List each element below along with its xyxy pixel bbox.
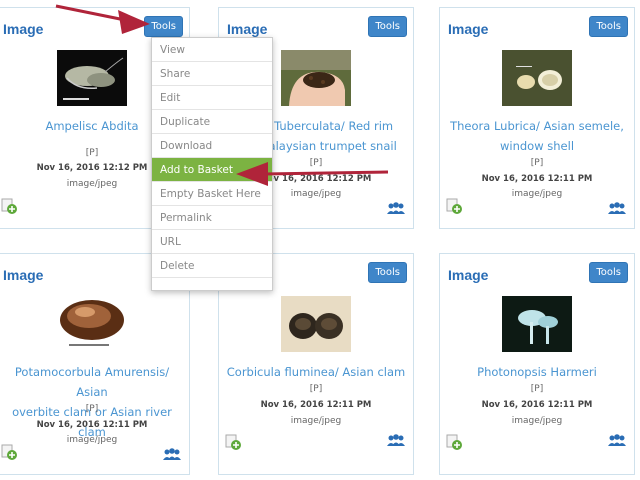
menu-item-edit[interactable]: Edit [152, 86, 272, 110]
photonopsis-picture [502, 296, 572, 352]
card-type-label: Image [448, 267, 489, 283]
mime-type-label: image/jpeg [66, 435, 118, 445]
card-type-label: Image [448, 21, 489, 37]
asian-clam-picture [281, 296, 351, 352]
mime-type-label: image/jpeg [290, 416, 342, 426]
thumbnail-image[interactable] [57, 50, 127, 106]
mime-type-label: image/jpeg [511, 189, 563, 199]
card-type-label: Image [227, 21, 268, 37]
media-card-3: Image Tools Theora Lubrica/ Asian semele… [439, 7, 635, 229]
card-title-link[interactable]: Potamocorbula Amurensis/ Asian overbite … [1, 362, 183, 442]
menu-item-download[interactable]: Download [152, 134, 272, 158]
shared-group-icon [608, 202, 626, 214]
card-title-link[interactable]: Corbicula fluminea/ Asian clam [225, 362, 407, 382]
card-title-link[interactable]: Theora Lubrica/ Asian semele, window she… [446, 116, 628, 156]
tools-button[interactable]: Tools [368, 16, 407, 37]
permission-tag: [P] [309, 384, 323, 394]
menu-item-delete[interactable]: Delete [152, 254, 272, 278]
tools-dropdown-menu: View Share Edit Duplicate Download Add t… [151, 37, 273, 291]
thumbnail-image[interactable] [57, 296, 127, 352]
menu-item-add-to-basket[interactable]: Add to Basket [152, 158, 272, 182]
permission-tag: [P] [85, 404, 99, 414]
amphipod-picture [57, 50, 127, 106]
snail-in-hand-picture [281, 50, 351, 106]
shared-group-icon [608, 434, 626, 446]
add-to-basket-icon[interactable] [225, 434, 241, 450]
card-title-link[interactable]: Photonopsis Harmeri [446, 362, 628, 382]
menu-item-empty-basket-here[interactable]: Empty Basket Here [152, 182, 272, 206]
add-to-basket-icon[interactable] [1, 444, 17, 460]
shared-group-icon [387, 434, 405, 446]
tools-button[interactable]: Tools [589, 16, 628, 37]
clam-shell-picture [57, 296, 127, 352]
add-to-basket-icon[interactable] [446, 198, 462, 214]
date-label: Nov 16, 2016 12:11 PM [36, 420, 148, 430]
thumbnail-image[interactable] [502, 296, 572, 352]
thumbnail-image[interactable] [502, 50, 572, 106]
tools-button[interactable]: Tools [144, 16, 183, 37]
media-card-6: Image Tools Photonopsis Harmeri [P] Nov … [439, 253, 635, 475]
menu-item-share[interactable]: Share [152, 62, 272, 86]
permission-tag: [P] [530, 384, 544, 394]
add-to-basket-icon[interactable] [446, 434, 462, 450]
semele-shell-picture [502, 50, 572, 106]
tools-button[interactable]: Tools [368, 262, 407, 283]
date-label: Nov 16, 2016 12:11 PM [481, 174, 593, 184]
menu-item-view[interactable]: View [152, 38, 272, 62]
card-type-label: Image [3, 21, 44, 37]
thumbnail-image[interactable] [281, 296, 351, 352]
mime-type-label: image/jpeg [511, 416, 563, 426]
add-to-basket-icon[interactable] [1, 198, 17, 214]
permission-tag: [P] [530, 158, 544, 168]
date-label: Nov 16, 2016 12:11 PM [260, 400, 372, 410]
menu-item-duplicate[interactable]: Duplicate [152, 110, 272, 134]
menu-item-url[interactable]: URL [152, 230, 272, 254]
date-label: Nov 16, 2016 12:11 PM [481, 400, 593, 410]
shared-group-icon [163, 448, 181, 460]
menu-item-permalink[interactable]: Permalink [152, 206, 272, 230]
tools-button[interactable]: Tools [589, 262, 628, 283]
shared-group-icon [387, 202, 405, 214]
thumbnail-image[interactable] [281, 50, 351, 106]
card-type-label: Image [3, 267, 44, 283]
